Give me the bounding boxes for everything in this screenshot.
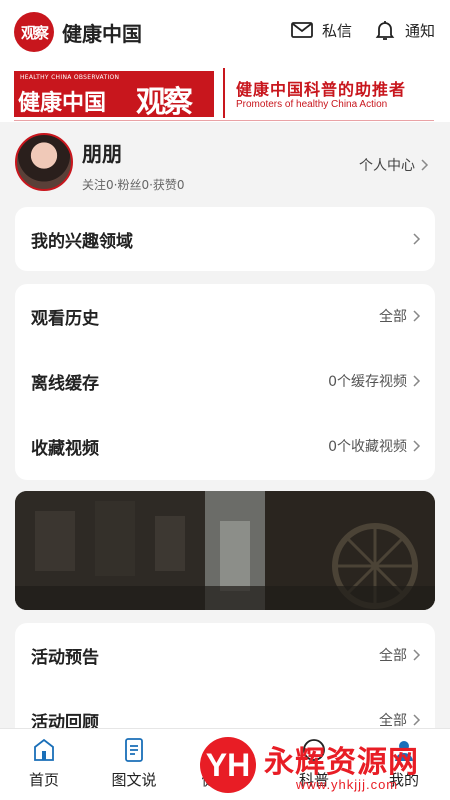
private-message-label: 私信 (322, 21, 353, 40)
envelope-icon (291, 22, 313, 38)
banner-brand: 健康中国 (18, 90, 107, 116)
profile-header[interactable]: 朋朋 关注0·粉丝0·获赞0 个人中心 (0, 122, 450, 200)
banner-brand-block: HEALTHY CHINA OBSERVATION 健康中国 观察 (14, 71, 214, 120)
private-message-button[interactable]: 私信 (290, 18, 352, 42)
app-title: 健康中国 (62, 22, 142, 46)
list-item-value: 全部 (379, 648, 407, 664)
notification-button[interactable]: 通知 (373, 18, 435, 42)
street-scene-image (15, 491, 435, 610)
watermark-url: www.yhkjjj.com (296, 777, 399, 792)
banner-divider (223, 68, 225, 118)
avatar[interactable] (15, 133, 73, 191)
interests-label: 我的兴趣领域 (31, 231, 133, 252)
list-item-label: 离线缓存 (31, 373, 99, 394)
activity-section-card: 活动预告 全部 活动回顾 全部 (15, 623, 435, 743)
chevron-right-icon (413, 375, 421, 387)
user-center-label: 个人中心 (359, 158, 415, 174)
video-section-card: 观看历史 全部 离线缓存 0个缓存视频 收藏视频 0个收藏视频 (15, 284, 435, 480)
bell-icon (375, 21, 395, 40)
list-item-activity-preview[interactable]: 活动预告 全部 (15, 623, 435, 687)
list-item-value: 全部 (379, 713, 407, 729)
home-icon (34, 738, 54, 761)
list-item-label: 活动预告 (31, 647, 99, 668)
nav-item-home[interactable]: 首页 (9, 737, 79, 790)
interests-card[interactable]: 我的兴趣领域 (15, 207, 435, 271)
chevron-right-icon (421, 159, 429, 171)
user-center-link[interactable]: 个人中心 (359, 155, 429, 175)
nav-item-article[interactable]: 图文说 (99, 737, 169, 790)
chevron-right-icon (413, 440, 421, 452)
banner-underline (14, 120, 434, 121)
chevron-right-icon (413, 714, 421, 726)
article-icon (125, 738, 143, 762)
watermark-logo: YH (200, 737, 256, 793)
list-item-watch-history[interactable]: 观看历史 全部 (15, 284, 435, 348)
list-item-value: 全部 (379, 309, 407, 325)
banner-small-text: HEALTHY CHINA OBSERVATION (20, 74, 120, 81)
nav-label: 图文说 (111, 771, 157, 789)
top-bar: 观察 健康中国 私信 通知 (0, 0, 450, 62)
list-item-value: 0个收藏视频 (328, 439, 407, 455)
banner-slogan: 健康中国科普的助推者 (236, 80, 407, 99)
banner-slogan-en: Promoters of healthy China Action (236, 99, 388, 110)
list-item-label: 观看历史 (31, 308, 99, 329)
interests-row[interactable]: 我的兴趣领域 (15, 207, 435, 271)
username: 朋朋 (82, 142, 122, 166)
nav-label: 首页 (28, 771, 59, 789)
notification-label: 通知 (405, 21, 436, 40)
chevron-right-icon (413, 233, 421, 245)
list-item-offline-cache[interactable]: 离线缓存 0个缓存视频 (15, 349, 435, 413)
user-stats: 关注0·粉丝0·获赞0 (82, 178, 185, 192)
app-logo: 观察 (14, 12, 54, 52)
chevron-right-icon (413, 310, 421, 322)
watermark: YH 永辉资源网 www.yhkjjj.com (200, 735, 450, 797)
brand-banner: HEALTHY CHINA OBSERVATION 健康中国 观察 健康中国科普… (0, 62, 450, 122)
watermark-text: 永辉资源网 (264, 745, 419, 780)
list-item-favorite-videos[interactable]: 收藏视频 0个收藏视频 (15, 414, 435, 478)
list-item-label: 收藏视频 (31, 438, 99, 459)
chevron-right-icon (413, 649, 421, 661)
promo-image[interactable] (15, 491, 435, 610)
banner-seal: 观察 (136, 85, 193, 120)
list-item-value: 0个缓存视频 (328, 374, 407, 390)
